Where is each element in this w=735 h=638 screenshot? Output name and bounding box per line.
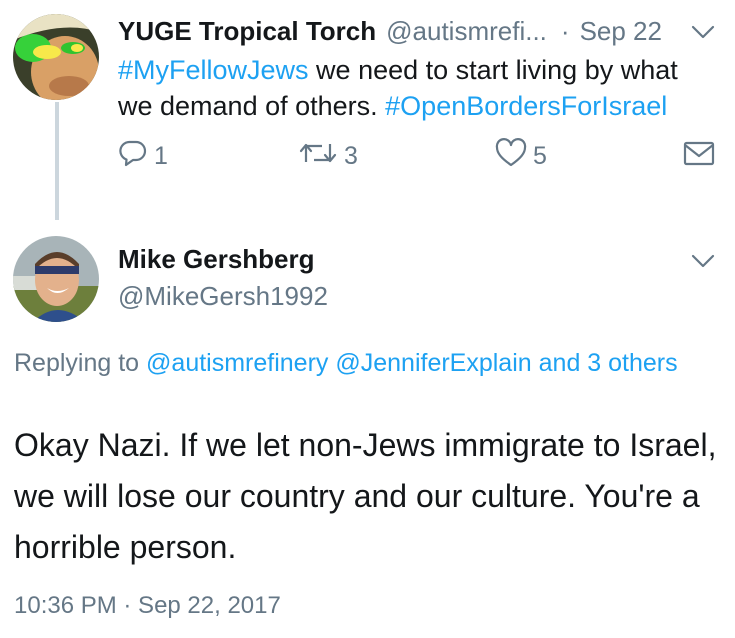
chevron-down-icon[interactable] [690,19,716,45]
avatar[interactable] [13,236,99,322]
heart-icon [495,137,527,175]
hashtag-link[interactable]: #OpenBordersForIsrael [385,91,667,121]
tweet-timestamp[interactable]: 10:36 PM · Sep 22, 2017 [14,592,281,620]
mention-link[interactable]: @autismrefinery [146,349,328,377]
replying-to: Replying to @autismrefinery @JenniferExp… [14,347,704,380]
replying-prefix: Replying to [14,349,147,377]
display-name[interactable]: Mike Gershberg [118,244,315,275]
avatar[interactable] [13,14,99,100]
user-handle[interactable]: @MikeGersh1992 [118,281,328,312]
chevron-down-icon[interactable] [690,248,716,274]
direct-message-button[interactable] [682,138,716,174]
like-count: 5 [533,141,547,170]
envelope-icon [682,138,716,175]
tweet-text: #MyFellowJews we need to start living by… [118,52,718,124]
reply-button[interactable]: 1 [118,138,168,174]
retweet-icon [298,138,338,175]
hashtag-link[interactable]: #MyFellowJews [118,55,309,85]
and-others-link[interactable]: and 3 others [532,349,678,377]
mention-link[interactable]: @JenniferExplain [335,349,531,377]
reply-icon [118,138,148,175]
display-name[interactable]: YUGE Tropical Torch [118,16,376,47]
tweet-header: YUGE Tropical Torch @autismrefi... · Sep… [118,13,662,49]
reply-count: 1 [154,141,168,170]
separator-dot: · [560,15,570,46]
tweet-actions: 1 3 5 [0,137,735,175]
tweet-thread: YUGE Tropical Torch @autismrefi... · Sep… [0,0,735,638]
retweet-button[interactable]: 3 [298,138,358,174]
tweet-text: Okay Nazi. If we let non-Jews immigrate … [14,427,717,565]
tweet-date[interactable]: Sep 22 [580,16,662,47]
like-button[interactable]: 5 [495,137,547,175]
user-handle[interactable]: @autismrefi... [386,16,547,47]
retweet-count: 3 [344,141,358,170]
